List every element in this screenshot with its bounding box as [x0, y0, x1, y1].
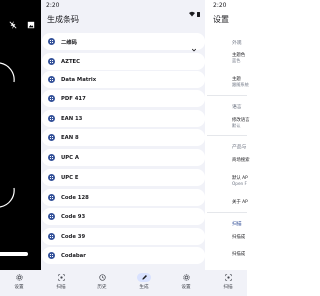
nav-item-label: 扫描	[56, 285, 66, 290]
nav-item-label: 生成	[139, 285, 149, 290]
barcode-type-icon	[48, 38, 55, 45]
scan-icon	[54, 273, 68, 282]
barcode-type-label: Codabar	[61, 252, 86, 259]
settings-title: 设置	[213, 15, 229, 24]
barcode-type-label: 二维码	[61, 39, 77, 46]
gallery-icon[interactable]	[27, 14, 35, 29]
barcode-type-icon	[48, 134, 55, 141]
barcode-type-item[interactable]: 二维码	[42, 33, 205, 52]
scanner-preview	[0, 0, 41, 270]
page-title: 生成条码	[47, 15, 79, 24]
barcode-type-label: Code 39	[61, 233, 86, 240]
nav-item-label: 设置	[14, 285, 24, 290]
barcode-type-icon	[48, 213, 55, 220]
setting-theme-value: 跟随系统	[232, 82, 249, 87]
barcode-type-icon	[48, 115, 55, 122]
nav-item-label: 设置	[181, 285, 191, 290]
nav-item[interactable]: 历史	[87, 270, 117, 296]
status-icons	[188, 2, 204, 17]
nav-item[interactable]: 生成	[129, 270, 159, 296]
barcode-type-label: Data Matrix	[61, 76, 97, 83]
barcode-type-item[interactable]: UPC E	[42, 169, 205, 186]
barcode-type-item[interactable]: EAN 13	[42, 110, 205, 127]
barcode-type-item[interactable]: EAN 8	[42, 129, 205, 146]
chevron-down-icon[interactable]	[191, 38, 197, 52]
barcode-type-label: UPC A	[61, 154, 80, 161]
history-icon	[95, 273, 109, 282]
barcode-type-icon	[48, 174, 55, 181]
barcode-type-label: EAN 13	[61, 115, 83, 122]
barcode-type-item[interactable]: AZTEC	[42, 53, 205, 70]
barcode-type-label: Code 128	[61, 194, 89, 201]
nav-item[interactable]: 设置	[171, 270, 201, 296]
nav-item[interactable]: 扫描	[46, 270, 76, 296]
barcode-type-icon	[48, 154, 55, 161]
settings-section-scan: 扫描	[232, 222, 242, 227]
setting-language-value: 默认	[232, 123, 241, 128]
scan-frame-arc-top	[0, 62, 15, 83]
barcode-type-label: PDF 417	[61, 95, 86, 102]
barcode-type-label: Code 93	[61, 213, 86, 220]
status-time: 2:20	[46, 2, 60, 9]
divider	[207, 95, 247, 96]
settings-icon	[12, 273, 26, 282]
scan-frame-arc-bottom	[0, 187, 15, 208]
barcode-type-item[interactable]: PDF 417	[42, 90, 205, 107]
settings-section-language: 语言	[232, 105, 242, 110]
divider	[207, 135, 247, 136]
divider	[207, 212, 247, 213]
barcode-type-icon	[48, 233, 55, 240]
barcode-type-item[interactable]: Code 39	[42, 228, 205, 245]
flash-icon[interactable]	[9, 14, 17, 29]
edit-icon	[137, 273, 151, 282]
barcode-type-item[interactable]: Data Matrix	[42, 71, 205, 88]
setting-scan-item-1[interactable]: 扫描成	[232, 234, 245, 240]
setting-product-search[interactable]: 商场搜索	[232, 157, 250, 163]
bottom-navigation	[0, 270, 247, 296]
barcode-type-item[interactable]: Code 128	[42, 189, 205, 206]
setting-theme-color-value: 蓝色	[232, 58, 241, 63]
settings-section-appearance: 外观	[232, 41, 242, 46]
nav-item[interactable]: 扫描	[213, 270, 243, 296]
barcode-type-label: AZTEC	[61, 58, 81, 65]
barcode-type-icon	[48, 194, 55, 201]
setting-scan-item-2[interactable]: 扫描成	[232, 251, 245, 257]
barcode-type-label: EAN 8	[61, 134, 79, 141]
status-time-right: 2:20	[213, 2, 227, 9]
nav-item-label: 历史	[97, 285, 107, 290]
barcode-type-icon	[48, 95, 55, 102]
settings-icon	[179, 273, 193, 282]
barcode-type-label: UPC E	[61, 174, 79, 181]
setting-default-value: Open F	[232, 181, 247, 186]
settings-section-product: 产品与	[232, 145, 247, 150]
barcode-type-item[interactable]: Code 93	[42, 208, 205, 225]
scan-slider-track	[0, 252, 28, 256]
nav-item[interactable]: 设置	[4, 270, 34, 296]
barcode-type-icon	[48, 252, 55, 259]
scan-icon	[221, 273, 235, 282]
setting-about-title[interactable]: 关于 AP	[232, 199, 248, 205]
barcode-type-icon	[48, 58, 55, 65]
barcode-type-icon	[48, 76, 55, 83]
barcode-type-item[interactable]: Codabar	[42, 247, 205, 264]
nav-item-label: 扫描	[223, 285, 233, 290]
barcode-type-item[interactable]: UPC A	[42, 149, 205, 166]
